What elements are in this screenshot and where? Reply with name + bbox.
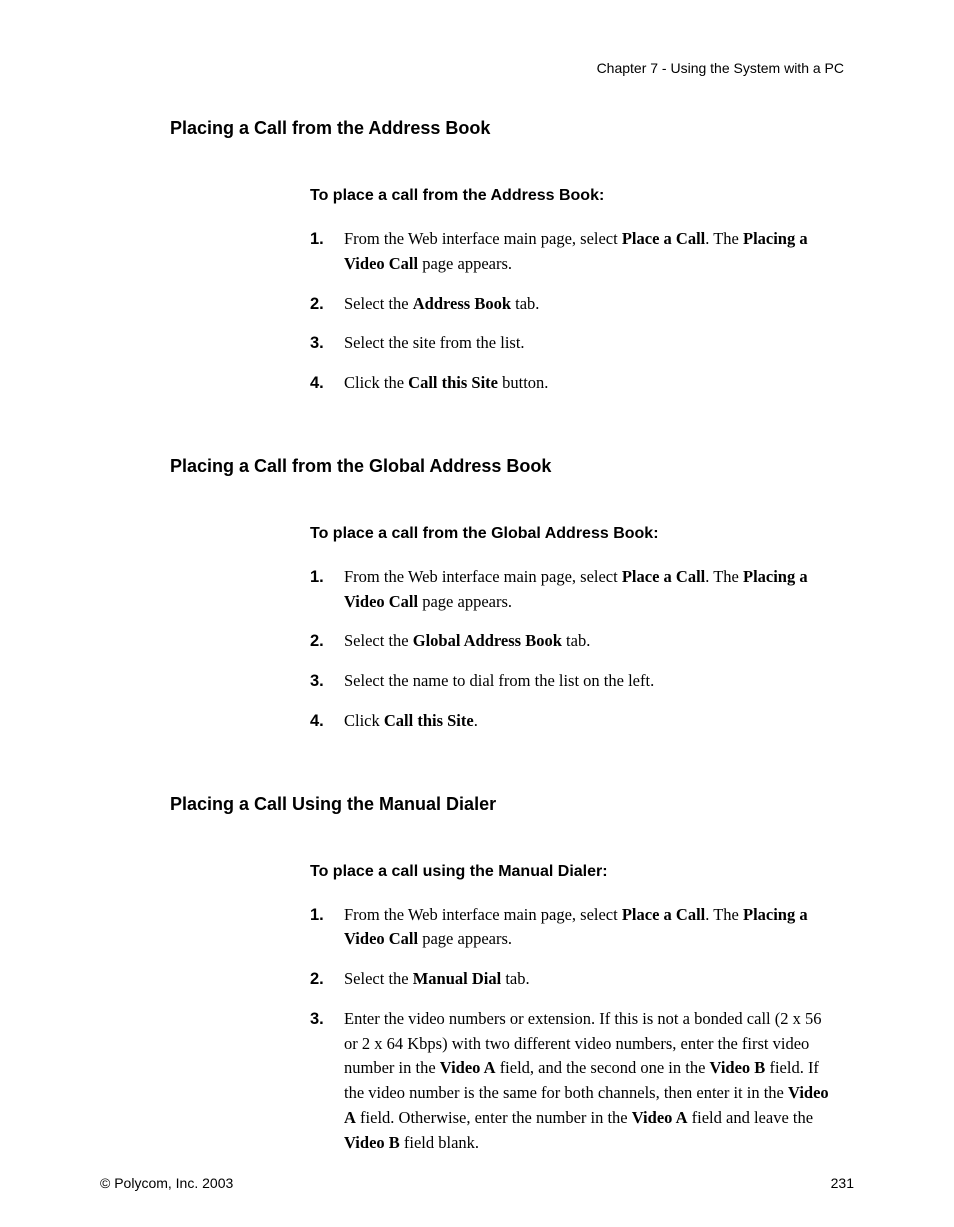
step-text: From the Web interface main page, select… [344, 227, 834, 277]
step-number: 4. [310, 371, 344, 396]
section-heading: Placing a Call from the Address Book [170, 118, 854, 139]
step-item: 3.Select the site from the list. [310, 331, 834, 356]
step-number: 2. [310, 292, 344, 317]
step-item: 3.Enter the video numbers or extension. … [310, 1007, 834, 1156]
step-number: 3. [310, 669, 344, 694]
step-number: 3. [310, 331, 344, 356]
step-item: 2.Select the Global Address Book tab. [310, 629, 834, 654]
step-number: 2. [310, 967, 344, 992]
step-text: Select the Address Book tab. [344, 292, 834, 317]
sub-heading: To place a call from the Address Book: [310, 187, 854, 205]
step-text: Click Call this Site. [344, 709, 834, 734]
step-text: From the Web interface main page, select… [344, 565, 834, 615]
sub-heading: To place a call from the Global Address … [310, 525, 854, 543]
step-number: 2. [310, 629, 344, 654]
footer-page-number: 231 [831, 1175, 854, 1191]
step-number: 1. [310, 565, 344, 615]
step-number: 3. [310, 1007, 344, 1156]
step-item: 3.Select the name to dial from the list … [310, 669, 834, 694]
step-item: 4.Click the Call this Site button. [310, 371, 834, 396]
page-footer: © Polycom, Inc. 2003 231 [100, 1175, 854, 1191]
step-text: From the Web interface main page, select… [344, 903, 834, 953]
sub-heading: To place a call using the Manual Dialer: [310, 863, 854, 881]
step-number: 1. [310, 903, 344, 953]
step-text: Select the name to dial from the list on… [344, 669, 834, 694]
step-number: 4. [310, 709, 344, 734]
step-item: 1.From the Web interface main page, sele… [310, 903, 834, 953]
step-text: Select the Global Address Book tab. [344, 629, 834, 654]
step-text: Select the Manual Dial tab. [344, 967, 834, 992]
step-text: Enter the video numbers or extension. If… [344, 1007, 834, 1156]
step-number: 1. [310, 227, 344, 277]
section-heading: Placing a Call Using the Manual Dialer [170, 794, 854, 815]
page-header: Chapter 7 - Using the System with a PC [100, 60, 844, 76]
section-heading: Placing a Call from the Global Address B… [170, 456, 854, 477]
step-item: 4.Click Call this Site. [310, 709, 834, 734]
step-item: 1.From the Web interface main page, sele… [310, 227, 834, 277]
step-item: 2.Select the Address Book tab. [310, 292, 834, 317]
step-text: Click the Call this Site button. [344, 371, 834, 396]
step-item: 1.From the Web interface main page, sele… [310, 565, 834, 615]
step-item: 2.Select the Manual Dial tab. [310, 967, 834, 992]
footer-copyright: © Polycom, Inc. 2003 [100, 1175, 233, 1191]
step-text: Select the site from the list. [344, 331, 834, 356]
